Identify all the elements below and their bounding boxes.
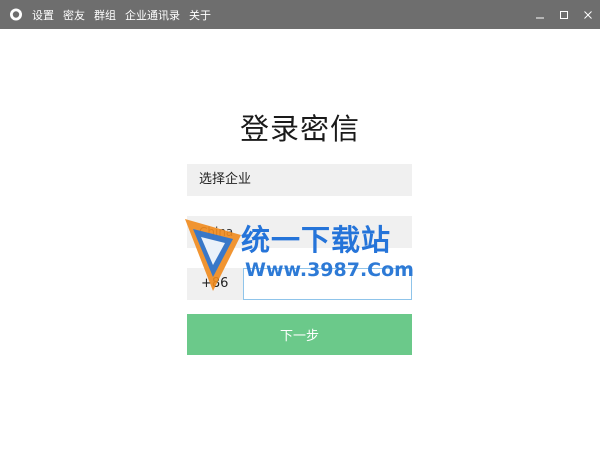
maximize-icon[interactable]: [552, 0, 576, 29]
app-logo-icon: [9, 8, 23, 22]
menu-item-directory[interactable]: 企业通讯录: [125, 7, 180, 23]
main-menu: 设置 密友 群组 企业通讯录 关于: [32, 7, 220, 23]
menu-item-settings[interactable]: 设置: [32, 7, 54, 23]
title-bar: 设置 密友 群组 企业通讯录 关于: [0, 0, 600, 29]
minimize-icon[interactable]: [528, 0, 552, 29]
next-button[interactable]: 下一步: [187, 314, 412, 355]
country-select[interactable]: China: [187, 216, 412, 248]
phone-input[interactable]: [243, 268, 412, 300]
phone-row: +86: [187, 268, 412, 300]
menu-item-about[interactable]: 关于: [189, 7, 211, 23]
dial-code-select[interactable]: +86: [187, 268, 243, 300]
company-select[interactable]: 选择企业: [187, 164, 412, 196]
window-controls: [528, 0, 600, 29]
close-icon[interactable]: [576, 0, 600, 29]
menu-item-friends[interactable]: 密友: [63, 7, 85, 23]
page-title: 登录密信: [239, 112, 360, 146]
menu-item-groups[interactable]: 群组: [94, 7, 116, 23]
